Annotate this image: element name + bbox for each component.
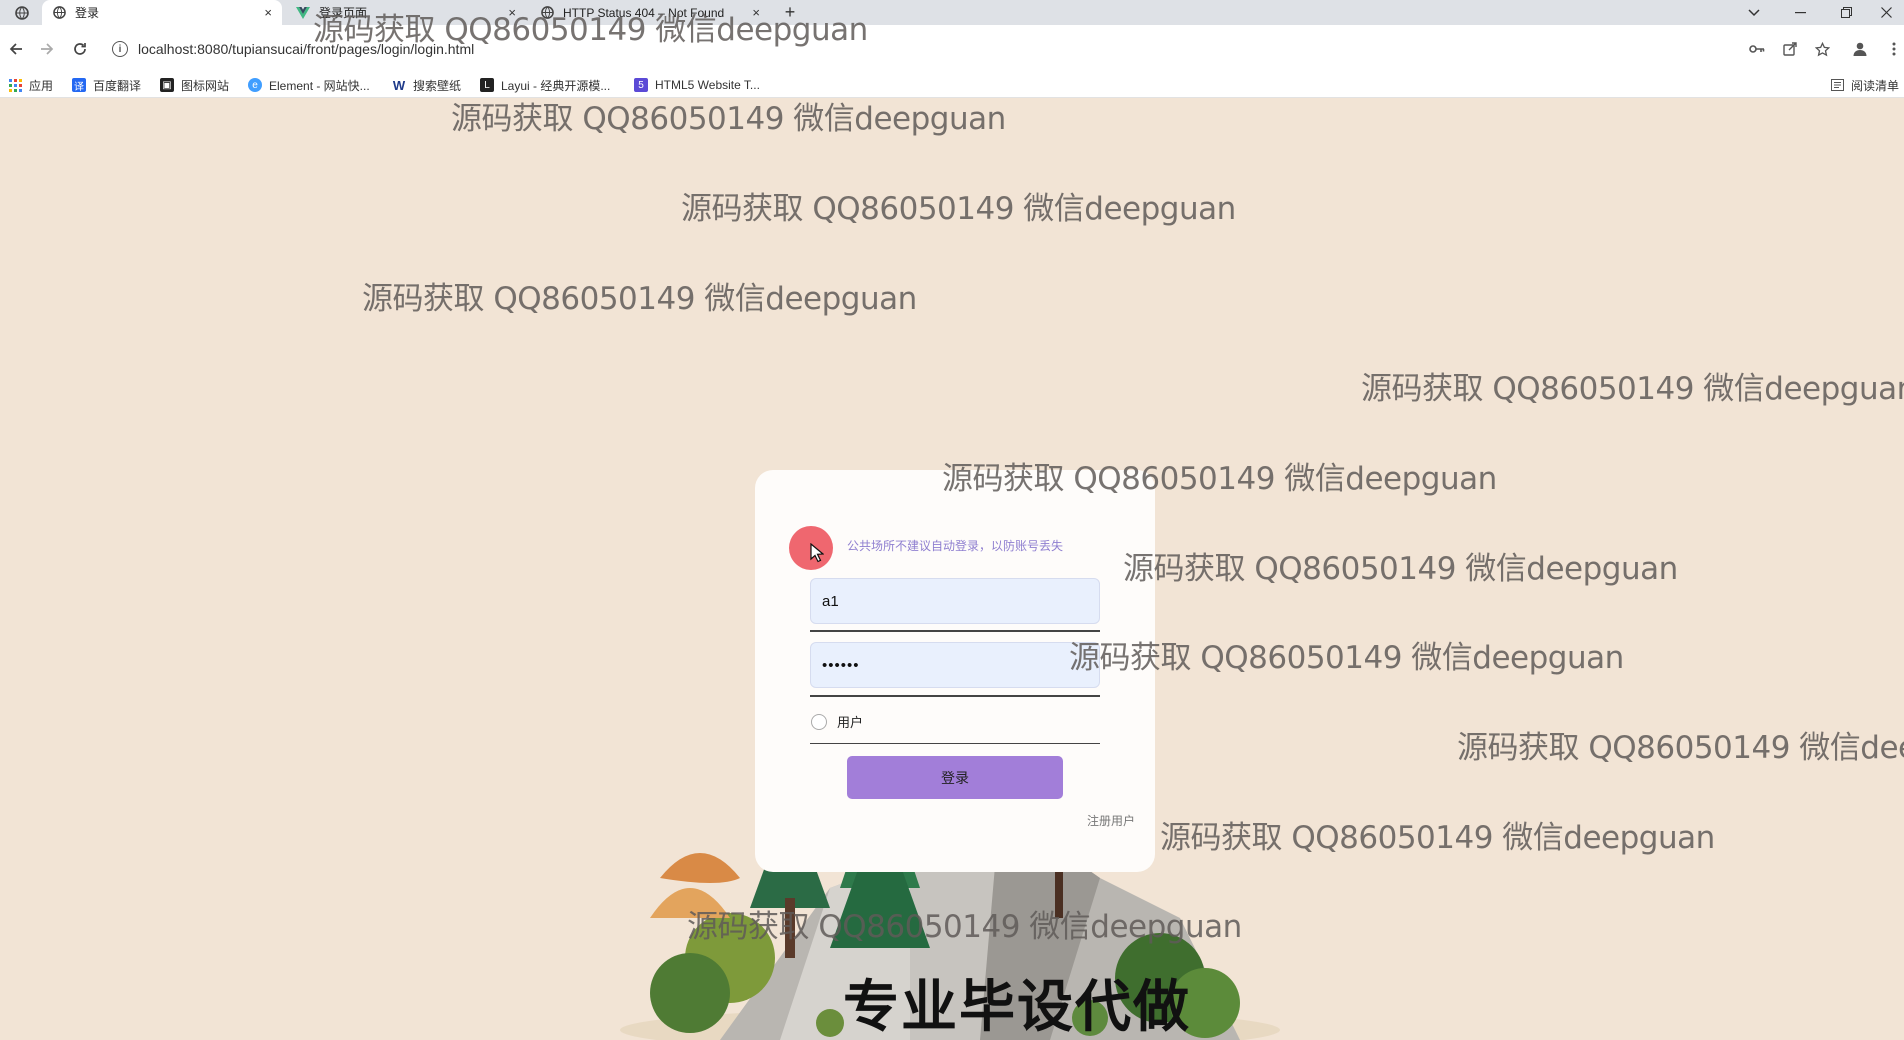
radio-circle[interactable] xyxy=(811,713,827,730)
watermark-text: 源码获取 QQ86050149 微信deepguan xyxy=(362,281,917,317)
password-underline xyxy=(810,695,1100,697)
video-caption: 专业毕设代做 xyxy=(843,975,1191,1040)
username-underline xyxy=(810,630,1100,632)
password-input[interactable]: •••••• xyxy=(810,642,1100,688)
forward-arrow-icon[interactable] xyxy=(35,37,59,61)
username-input[interactable]: a1 xyxy=(810,578,1100,624)
translate-icon: 译 xyxy=(72,78,86,93)
more-menu-icon[interactable] xyxy=(1882,37,1904,61)
login-button[interactable]: 登录 xyxy=(847,756,1063,799)
profile-icon[interactable] xyxy=(1848,37,1872,61)
role-radio[interactable]: 用户 xyxy=(811,712,863,731)
bookmark-label: 百度翻译 xyxy=(93,78,142,93)
mouse-cursor-icon xyxy=(810,542,825,569)
bookmark-label: HTML5 Website T... xyxy=(655,78,760,92)
watermark-text: 源码获取 QQ86050149 微信deepguan xyxy=(681,191,1236,227)
restore-icon[interactable] xyxy=(1826,0,1866,25)
reload-icon[interactable] xyxy=(68,37,92,61)
tab-bar: 登录 × 登录页面 × HTTP Status 404 – Not Found … xyxy=(0,0,1904,25)
bookmark-label: Layui - 经典开源模... xyxy=(501,78,611,93)
tab-title: 登录 xyxy=(75,6,100,20)
watermark-text: 源码获取 QQ86050149 微信deepguan xyxy=(1457,730,1904,766)
close-window-icon[interactable] xyxy=(1866,0,1904,25)
register-link[interactable]: 注册用户 xyxy=(1087,812,1135,829)
star-icon[interactable] xyxy=(1810,37,1834,61)
bookmark-apps[interactable]: 应用 xyxy=(8,76,53,94)
back-arrow-icon[interactable] xyxy=(4,37,28,61)
bookmark-label: Element - 网站快... xyxy=(269,78,370,93)
image-icon: ▣ xyxy=(160,78,174,92)
info-icon[interactable]: i xyxy=(112,41,128,57)
reading-list-label: 阅读清单 xyxy=(1851,78,1900,93)
html5-logo-icon: 5 xyxy=(634,78,648,92)
tab-login[interactable]: 登录 × xyxy=(42,0,282,25)
watermark-text: 源码获取 QQ86050149 微信deepguan xyxy=(687,909,1242,945)
layui-logo-icon: L xyxy=(480,78,494,92)
bookmark-html5-templates[interactable]: 5 HTML5 Website T... xyxy=(634,76,760,94)
tab-search-icon[interactable] xyxy=(1734,0,1774,25)
minimize-icon[interactable] xyxy=(1780,0,1820,25)
element-logo-icon: e xyxy=(248,78,262,92)
watermark-text: 源码获取 QQ86050149 微信deepguan xyxy=(1069,640,1624,676)
bookmark-element[interactable]: e Element - 网站快... xyxy=(248,76,370,94)
share-icon[interactable] xyxy=(1778,37,1802,61)
bookmark-icon-site[interactable]: ▣ 图标网站 xyxy=(160,76,229,94)
vue-icon xyxy=(296,6,310,20)
role-underline xyxy=(810,743,1100,744)
watermark-text: 源码获取 QQ86050149 微信deepguan xyxy=(313,12,868,48)
key-icon[interactable] xyxy=(1745,37,1769,61)
apps-grid-icon xyxy=(8,78,22,92)
watermark-text: 源码获取 QQ86050149 微信deepguan xyxy=(1123,551,1678,587)
bookmark-wallpaper[interactable]: W 搜索壁纸 xyxy=(392,76,461,94)
close-icon[interactable]: × xyxy=(264,5,272,20)
bookmark-label: 应用 xyxy=(29,78,54,93)
watermark-text: 源码获取 QQ86050149 微信deepguan xyxy=(1160,820,1715,856)
bookmark-layui[interactable]: L Layui - 经典开源模... xyxy=(480,76,610,94)
watermark-text: 源码获取 QQ86050149 微信deepguan xyxy=(942,461,1497,497)
bookmark-baidu-translate[interactable]: 译 百度翻译 xyxy=(72,76,141,94)
watermark-text: 源码获取 QQ86050149 微信deepguan xyxy=(1361,371,1904,407)
watermark-text: 源码获取 QQ86050149 微信deepguan xyxy=(451,101,1006,137)
reading-list[interactable]: 阅读清单 xyxy=(1830,76,1899,94)
wallpaper-logo-icon: W xyxy=(392,77,406,93)
browser-toolbar: i localhost:8080/tupiansucai/front/pages… xyxy=(0,25,1904,72)
bookmark-label: 图标网站 xyxy=(181,78,230,93)
reading-list-icon xyxy=(1830,78,1844,92)
bookmark-label: 搜索壁纸 xyxy=(413,78,462,93)
browser-menu-icon[interactable] xyxy=(2,0,42,25)
globe-icon xyxy=(52,6,66,20)
role-label: 用户 xyxy=(837,715,864,730)
